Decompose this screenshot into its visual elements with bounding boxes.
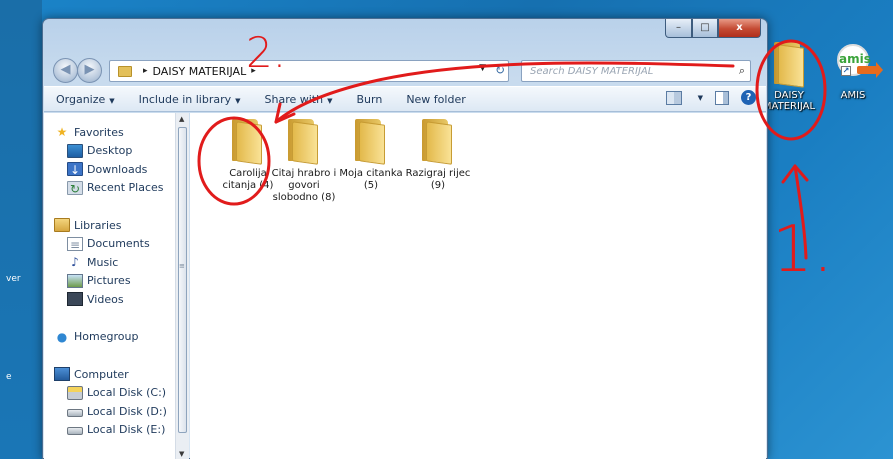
organize-menu[interactable]: Organize ▼	[44, 93, 127, 106]
folder-icon	[286, 119, 322, 165]
amis-logo-icon: amis ↗	[837, 44, 883, 78]
folder-icon	[230, 119, 266, 165]
caret-down-icon: ▼	[327, 96, 333, 105]
nav-favorites[interactable]: ★ Favorites	[54, 123, 172, 142]
disk-icon	[67, 427, 83, 436]
command-bar: Organize ▼ Include in library ▼ Share with…	[44, 86, 766, 112]
folder-icon	[420, 119, 456, 165]
nav-music[interactable]: ♪ Music	[54, 253, 172, 272]
maximize-button[interactable]: □	[692, 19, 718, 38]
folder-label: Moja citanka (5)	[339, 168, 403, 191]
close-button[interactable]: x	[718, 19, 761, 38]
search-icon[interactable]: ⌕	[739, 64, 745, 78]
libraries-icon	[54, 218, 70, 233]
arrow-head	[781, 164, 809, 184]
recent-places-icon: ↻	[67, 180, 83, 196]
scroll-grip-icon: ≡	[179, 262, 185, 270]
system-disk-icon	[67, 385, 83, 400]
folder-item[interactable]: Moja citanka (5)	[337, 119, 405, 192]
folder-label: Razigraj rijec (9)	[405, 168, 471, 191]
caret-down-icon: ▼	[235, 96, 241, 105]
breadcrumb-daisy-materijal[interactable]: DAISY MATERIJAL	[153, 65, 247, 78]
scroll-down-arrow[interactable]: ▼	[179, 450, 184, 458]
scroll-thumb[interactable]	[178, 127, 187, 433]
nav-computer[interactable]: Computer	[54, 365, 172, 384]
nav-libraries[interactable]: Libraries	[54, 216, 172, 235]
pictures-icon	[67, 273, 83, 288]
folder-item[interactable]: Citaj hrabro i govori slobodno (8)	[270, 119, 338, 204]
breadcrumb-separator[interactable]: ▸	[143, 66, 148, 76]
scroll-up-arrow[interactable]: ▲	[179, 115, 184, 123]
address-bar[interactable]: ▸ DAISY MATERIJAL ▸ ▼ ↻	[109, 60, 509, 82]
step-2-label: 2.	[246, 28, 287, 77]
folder-icon	[772, 42, 806, 88]
nav-local-disk-c[interactable]: Local Disk (C:)	[54, 384, 172, 403]
search-input[interactable]	[530, 61, 730, 81]
disk-icon	[67, 408, 83, 417]
more-options-icon[interactable]: ▼	[698, 94, 703, 102]
nav-videos[interactable]: Videos	[54, 290, 172, 309]
downloads-icon: ↓	[67, 162, 83, 177]
shortcut-arrow-icon: ↗	[841, 66, 851, 76]
back-button[interactable]: ◀	[53, 58, 78, 83]
nav-homegroup[interactable]: ● Homegroup	[54, 328, 172, 347]
nav-local-disk-e[interactable]: Local Disk (E:)	[54, 421, 172, 440]
nav-documents[interactable]: ≡ Documents	[54, 235, 172, 254]
step-1-label: 1.	[772, 213, 834, 287]
new-folder-button[interactable]: New folder	[394, 93, 477, 106]
folder-item[interactable]: Razigraj rijec (9)	[404, 119, 472, 192]
refresh-icon[interactable]: ↻	[495, 63, 505, 77]
nav-downloads[interactable]: ↓ Downloads	[54, 160, 172, 179]
navigation-scrollbar[interactable]: ▲ ≡ ▼	[175, 113, 189, 459]
desktop-icon-amis[interactable]: amis ↗ AMIS	[820, 44, 886, 101]
explorer-window: – □ x ◀ ▶ ▸ DAISY MATERIJAL ▸ ▼ ↻ ⌕ Orga…	[42, 18, 768, 459]
caption-buttons: – □ x	[665, 19, 761, 38]
file-list: Carolija citanja (4) Citaj hrabro i govo…	[190, 113, 766, 459]
view-controls: ▼ ?	[665, 90, 756, 105]
change-view-icon[interactable]	[665, 90, 682, 105]
forward-button[interactable]: ▶	[77, 58, 102, 83]
videos-icon	[67, 292, 83, 307]
nav-pictures[interactable]: Pictures	[54, 272, 172, 291]
navigation-bar: ◀ ▶ ▸ DAISY MATERIJAL ▸ ▼ ↻ ⌕	[51, 58, 761, 83]
folder-icon	[118, 65, 132, 77]
desktop-text-fragment: e	[6, 372, 12, 382]
minimize-button[interactable]: –	[665, 19, 692, 38]
address-dropdown-icon[interactable]: ▼	[479, 63, 486, 73]
help-icon[interactable]: ?	[741, 90, 756, 105]
nav-recent-places[interactable]: ↻ Recent Places	[54, 179, 172, 198]
folder-icon	[353, 119, 389, 165]
include-in-library-menu[interactable]: Include in library ▼	[127, 93, 253, 106]
homegroup-icon: ●	[56, 329, 68, 344]
folder-label: Citaj hrabro i govori slobodno (8)	[271, 168, 337, 203]
desktop-left-edge: ver e	[0, 0, 42, 459]
share-with-menu[interactable]: Share with ▼	[253, 93, 345, 106]
burn-button[interactable]: Burn	[344, 93, 394, 106]
desktop-text-fragment: ver	[6, 274, 21, 284]
navigation-pane: ★ Favorites Desktop ↓ Downloads ↻ Recent Pl…	[44, 113, 175, 459]
caret-down-icon: ▼	[109, 96, 115, 105]
desktop-icon-label: AMIS	[840, 90, 866, 101]
star-icon: ★	[56, 125, 68, 140]
nav-desktop[interactable]: Desktop	[54, 142, 172, 161]
documents-icon: ≡	[67, 236, 83, 252]
search-box[interactable]: ⌕	[521, 60, 751, 82]
computer-icon	[54, 367, 70, 382]
desktop-icon	[67, 143, 83, 158]
music-icon: ♪	[71, 255, 79, 270]
nav-local-disk-d[interactable]: Local Disk (D:)	[54, 402, 172, 421]
preview-pane-icon[interactable]	[715, 90, 729, 105]
